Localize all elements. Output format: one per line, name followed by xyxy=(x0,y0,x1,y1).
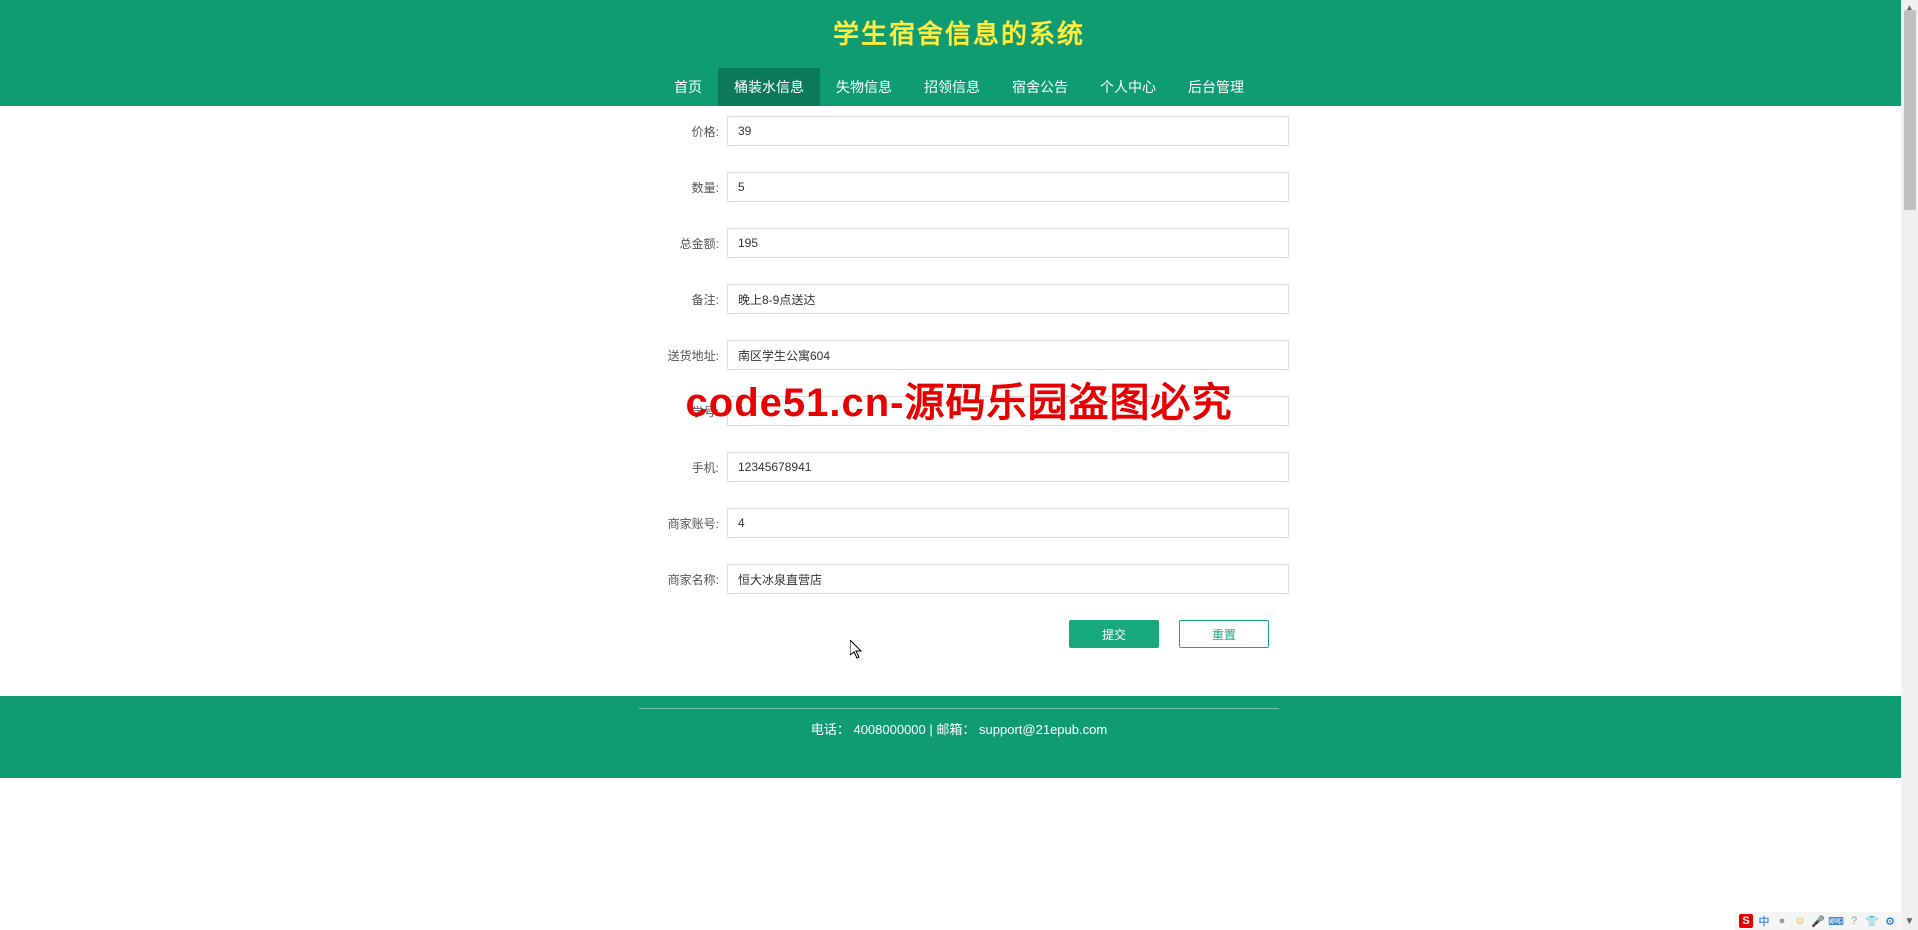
form-row-merchant-name: 商家名称: xyxy=(649,564,1289,594)
phone-label: 手机: xyxy=(649,459,719,476)
merchant-name-input[interactable] xyxy=(727,564,1289,594)
form-row-quantity: 数量: xyxy=(649,172,1289,202)
tray-settings-icon[interactable]: ⚙ xyxy=(1883,914,1897,928)
merchant-account-input[interactable] xyxy=(727,508,1289,538)
scrollbar-thumb[interactable] xyxy=(1904,10,1916,210)
address-input[interactable] xyxy=(727,340,1289,370)
nav-personal[interactable]: 个人中心 xyxy=(1084,68,1172,106)
remark-label: 备注: xyxy=(649,291,719,308)
tray-skin-icon[interactable]: 👕 xyxy=(1865,914,1879,928)
tray-emoji-icon[interactable]: ☺ xyxy=(1793,914,1807,928)
student-id-input[interactable] xyxy=(727,396,1289,426)
quantity-input[interactable] xyxy=(727,172,1289,202)
system-tray: S 中 ● ☺ 🎤 ⌨ ? 👕 ⚙ xyxy=(1735,912,1901,930)
app-header: 学生宿舍信息的系统 xyxy=(0,0,1918,68)
tray-help-icon[interactable]: ? xyxy=(1847,914,1861,928)
merchant-account-label: 商家账号: xyxy=(649,515,719,532)
tray-mic-icon[interactable]: 🎤 xyxy=(1811,914,1825,928)
form-row-price: 价格: xyxy=(649,116,1289,146)
app-title: 学生宿舍信息的系统 xyxy=(0,0,1918,68)
footer-email: support@21epub.com xyxy=(979,722,1107,737)
form-row-merchant-account: 商家账号: xyxy=(649,508,1289,538)
footer-contact: 电话： 4008000000 | 邮箱： support@21epub.com xyxy=(0,719,1918,738)
student-id-label: 学号: xyxy=(649,403,719,420)
order-form: 价格: 数量: 总金额: 备注: 送货地址: 学号: 手机: 商家账号: xyxy=(649,106,1289,676)
price-input[interactable] xyxy=(727,116,1289,146)
footer-phone: 4008000000 xyxy=(853,722,925,737)
total-label: 总金额: xyxy=(649,235,719,252)
form-row-student-id: 学号: xyxy=(649,396,1289,426)
address-label: 送货地址: xyxy=(649,347,719,364)
footer: 电话： 4008000000 | 邮箱： support@21epub.com xyxy=(0,696,1918,778)
price-label: 价格: xyxy=(649,123,719,140)
form-row-address: 送货地址: xyxy=(649,340,1289,370)
form-buttons: 提交 重置 xyxy=(649,620,1289,648)
footer-divider xyxy=(639,708,1279,709)
form-row-total: 总金额: xyxy=(649,228,1289,258)
footer-phone-label: 电话： xyxy=(811,722,850,737)
submit-button[interactable]: 提交 xyxy=(1069,620,1159,648)
remark-input[interactable] xyxy=(727,284,1289,314)
form-row-remark: 备注: xyxy=(649,284,1289,314)
merchant-name-label: 商家名称: xyxy=(649,571,719,588)
nav-dorm-notice[interactable]: 宿舍公告 xyxy=(996,68,1084,106)
tray-keyboard-icon[interactable]: ⌨ xyxy=(1829,914,1843,928)
nav-lost-info[interactable]: 失物信息 xyxy=(820,68,908,106)
ime-icon[interactable]: S xyxy=(1739,914,1753,928)
ime-mode-icon[interactable]: 中 xyxy=(1757,914,1771,928)
content-area: 价格: 数量: 总金额: 备注: 送货地址: 学号: 手机: 商家账号: xyxy=(0,106,1918,676)
nav-admin[interactable]: 后台管理 xyxy=(1172,68,1260,106)
footer-email-label: 邮箱： xyxy=(936,722,975,737)
scrollbar[interactable]: ▲ ▼ xyxy=(1901,0,1918,930)
tray-dot-icon[interactable]: ● xyxy=(1775,914,1789,928)
nav-home[interactable]: 首页 xyxy=(658,68,718,106)
quantity-label: 数量: xyxy=(649,179,719,196)
total-input[interactable] xyxy=(727,228,1289,258)
reset-button[interactable]: 重置 xyxy=(1179,620,1269,648)
nav-water-info[interactable]: 桶装水信息 xyxy=(718,68,820,106)
main-nav: 首页 桶装水信息 失物信息 招领信息 宿舍公告 个人中心 后台管理 xyxy=(0,68,1918,106)
form-row-phone: 手机: xyxy=(649,452,1289,482)
phone-input[interactable] xyxy=(727,452,1289,482)
nav-found-info[interactable]: 招领信息 xyxy=(908,68,996,106)
scrollbar-down-icon[interactable]: ▼ xyxy=(1901,913,1918,930)
